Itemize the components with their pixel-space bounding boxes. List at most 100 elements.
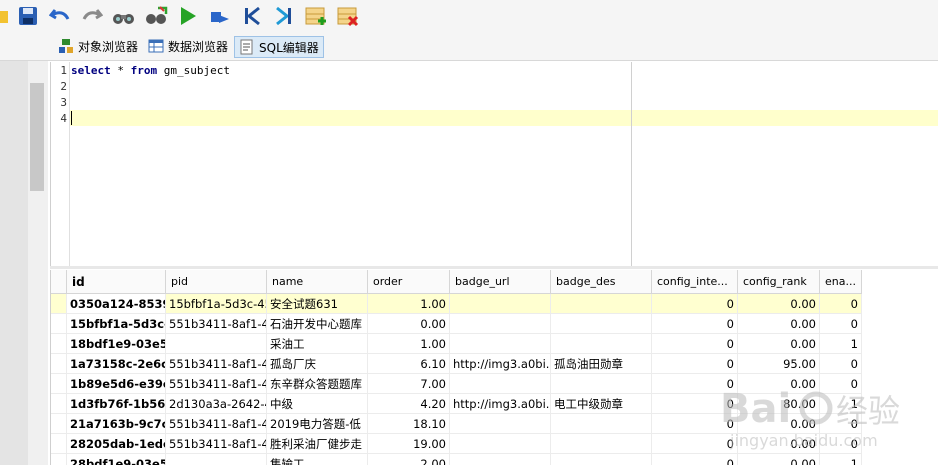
cell-order[interactable]: 0.00 [368, 314, 450, 334]
table-row[interactable]: 28205dab-1ede 551b3411-8af1-4 胜利采油厂健步走 19.0… [51, 434, 862, 454]
cell-config-inte[interactable]: 0 [652, 434, 738, 454]
cell-id[interactable]: 15bfbf1a-5d3c- [67, 314, 166, 334]
cell-ena[interactable]: 0 [820, 374, 862, 394]
table-row[interactable]: 1a73158c-2e6c 551b3411-8af1-4 孤岛厂庆 6.10 http… [51, 354, 862, 374]
run-icon[interactable] [176, 4, 200, 28]
cell-config-rank[interactable]: 0.00 [738, 314, 820, 334]
delete-row-icon[interactable] [336, 4, 360, 28]
code-line[interactable]: select * from gm_subject [71, 63, 230, 79]
cell-badge-des[interactable] [551, 314, 652, 334]
table-row[interactable]: 21a7163b-9c7c 551b3411-8af1-4 2019电力答题-低 18… [51, 414, 862, 434]
cell-order[interactable]: 6.10 [368, 354, 450, 374]
cell-id[interactable]: 28205dab-1ede [67, 434, 166, 454]
run-step-icon[interactable] [208, 4, 232, 28]
cell-id[interactable]: 28bdf1e9-03e5 [67, 454, 166, 465]
row-header[interactable] [51, 334, 67, 354]
find-replace-icon[interactable] [144, 4, 168, 28]
cell-badge-des[interactable] [551, 294, 652, 314]
cell-name[interactable]: 石油开发中心题库 [267, 314, 368, 334]
column-header-badge-des[interactable]: badge_des [551, 270, 652, 294]
cell-ena[interactable]: 0 [820, 434, 862, 454]
row-header[interactable] [51, 394, 67, 414]
cell-badge-url[interactable] [450, 434, 551, 454]
row-header[interactable] [51, 454, 67, 465]
splitter[interactable] [50, 266, 938, 269]
cell-badge-url[interactable] [450, 374, 551, 394]
column-header-config-rank[interactable]: config_rank [738, 270, 820, 294]
result-grid[interactable]: id pid name order badge_url badge_des co… [50, 270, 938, 465]
cell-name[interactable]: 胜利采油厂健步走 [267, 434, 368, 454]
cell-config-rank[interactable]: 0.00 [738, 454, 820, 465]
cell-order[interactable]: 19.00 [368, 434, 450, 454]
cell-id[interactable]: 1d3fb76f-1b56- [67, 394, 166, 414]
cell-config-inte[interactable]: 0 [652, 294, 738, 314]
cell-badge-des[interactable] [551, 334, 652, 354]
cell-config-rank[interactable]: 0.00 [738, 414, 820, 434]
cell-order[interactable]: 1.00 [368, 334, 450, 354]
cell-config-inte[interactable]: 0 [652, 314, 738, 334]
cell-config-rank[interactable]: 0.00 [738, 434, 820, 454]
cell-badge-url[interactable] [450, 334, 551, 354]
cell-badge-url[interactable]: http://img3.a0bi.co [450, 394, 551, 414]
cell-badge-des[interactable] [551, 374, 652, 394]
table-row[interactable]: 0350a124-8539 15bfbf1a-5d3c-45 安全试题631 1.00… [51, 294, 862, 314]
save-icon[interactable] [16, 4, 40, 28]
cell-name[interactable]: 采油工 [267, 334, 368, 354]
redo-icon[interactable] [80, 4, 104, 28]
left-scrollbar-thumb[interactable] [30, 83, 44, 191]
table-row[interactable]: 15bfbf1a-5d3c- 551b3411-8af1-4 石油开发中心题库 0.0… [51, 314, 862, 334]
cell-config-rank[interactable]: 0.00 [738, 334, 820, 354]
column-header-order[interactable]: order [368, 270, 450, 294]
cell-config-inte[interactable]: 0 [652, 454, 738, 465]
undo-icon[interactable] [48, 4, 72, 28]
cell-config-inte[interactable]: 0 [652, 354, 738, 374]
cell-id[interactable]: 18bdf1e9-03e5 [67, 334, 166, 354]
cell-config-rank[interactable]: 95.00 [738, 354, 820, 374]
cell-badge-des[interactable] [551, 414, 652, 434]
cell-badge-url[interactable] [450, 454, 551, 465]
cell-ena[interactable]: 0 [820, 314, 862, 334]
row-header[interactable] [51, 314, 67, 334]
cell-config-rank[interactable]: 0.00 [738, 374, 820, 394]
column-header-config-inte[interactable]: config_inte... [652, 270, 738, 294]
tab-sql-editor[interactable]: SQL编辑器 [234, 36, 324, 58]
sql-editor[interactable]: 1 2 3 4 select * from gm_subject [50, 62, 938, 266]
last-record-icon[interactable] [272, 4, 296, 28]
add-row-icon[interactable] [304, 4, 328, 28]
column-header-name[interactable]: name [267, 270, 368, 294]
binoculars-icon[interactable] [112, 4, 136, 28]
cell-id[interactable]: 0350a124-8539 [67, 294, 166, 314]
row-header[interactable] [51, 374, 67, 394]
cell-order[interactable]: 1.00 [368, 294, 450, 314]
tab-object-browser[interactable]: 对象浏览器 [54, 36, 142, 56]
folder-icon[interactable] [0, 4, 10, 28]
cell-id[interactable]: 1a73158c-2e6c [67, 354, 166, 374]
table-row[interactable]: 28bdf1e9-03e5 集输工 2.00 0 0.00 1 [51, 454, 862, 465]
cell-pid[interactable] [166, 334, 267, 354]
cell-ena[interactable]: 1 [820, 334, 862, 354]
cell-config-inte[interactable]: 0 [652, 394, 738, 414]
table-row[interactable]: 18bdf1e9-03e5 采油工 1.00 0 0.00 1 [51, 334, 862, 354]
cell-name[interactable]: 2019电力答题-低 [267, 414, 368, 434]
table-row[interactable]: 1b89e5d6-e39c 551b3411-8af1-4 东辛群众答题题库 7.00… [51, 374, 862, 394]
cell-badge-url[interactable] [450, 294, 551, 314]
cell-pid[interactable]: 551b3411-8af1-4 [166, 374, 267, 394]
cell-name[interactable]: 东辛群众答题题库 [267, 374, 368, 394]
cell-name[interactable]: 集输工 [267, 454, 368, 465]
cell-order[interactable]: 18.10 [368, 414, 450, 434]
column-header-badge-url[interactable]: badge_url [450, 270, 551, 294]
cell-ena[interactable]: 1 [820, 454, 862, 465]
cell-pid[interactable]: 551b3411-8af1-4 [166, 354, 267, 374]
column-header-ena[interactable]: ena... [820, 270, 862, 294]
cell-pid[interactable]: 551b3411-8af1-4 [166, 434, 267, 454]
cell-name[interactable]: 孤岛厂庆 [267, 354, 368, 374]
cell-config-inte[interactable]: 0 [652, 334, 738, 354]
cell-ena[interactable]: 0 [820, 354, 862, 374]
cell-order[interactable]: 4.20 [368, 394, 450, 414]
cell-config-rank[interactable]: 0.00 [738, 294, 820, 314]
cell-id[interactable]: 1b89e5d6-e39c [67, 374, 166, 394]
row-header[interactable] [51, 354, 67, 374]
cell-badge-des[interactable]: 孤岛油田勋章 [551, 354, 652, 374]
cell-config-inte[interactable]: 0 [652, 374, 738, 394]
cell-id[interactable]: 21a7163b-9c7c [67, 414, 166, 434]
